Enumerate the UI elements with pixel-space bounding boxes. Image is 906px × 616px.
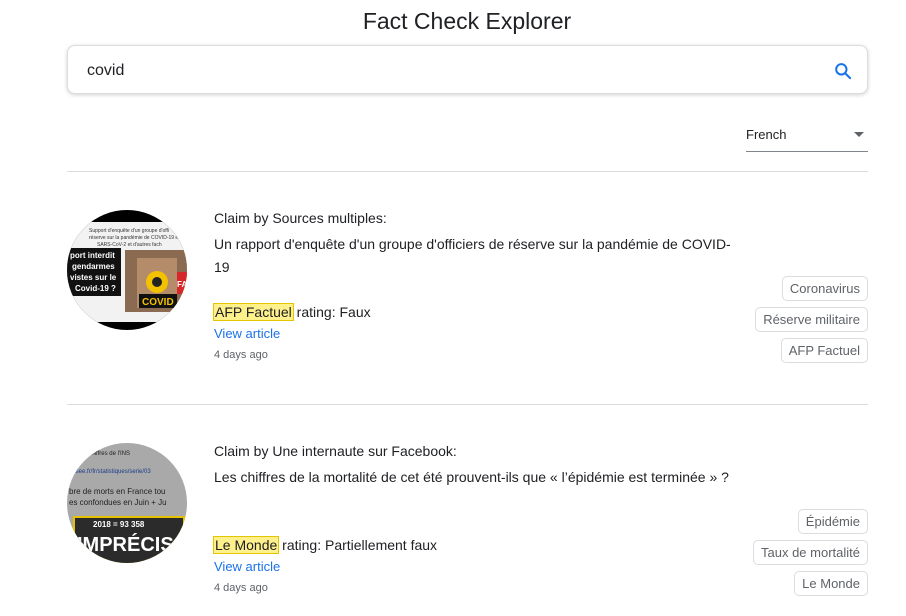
claim-author: Claim by Sources multiples: xyxy=(214,210,387,226)
language-select-value: French xyxy=(746,127,787,142)
divider xyxy=(67,171,868,172)
thumb-text-line: insee.fr/fr/statistiques/serie/03 xyxy=(71,469,151,475)
claim-thumbnail: Support d'enquête d'un groupe d'offi rés… xyxy=(67,210,187,330)
thumb-banner-line: gendarmes xyxy=(72,262,115,271)
publisher-name: AFP Factuel xyxy=(213,303,294,321)
tag-chip[interactable]: Coronavirus xyxy=(781,276,868,301)
thumb-stat: 2018 = 93 358 xyxy=(93,520,145,529)
search-icon[interactable] xyxy=(833,61,853,81)
view-article-link[interactable]: View article xyxy=(214,559,280,574)
claim-text: Un rapport d'enquête d'un groupe d'offic… xyxy=(214,236,731,275)
thumb-text-line: ec les chiffres de l'INS xyxy=(71,451,130,457)
thumb-banner-line: port interdit xyxy=(70,251,115,260)
tag-list: Épidémie Taux de mortalité Le Monde xyxy=(753,509,868,596)
tag-chip[interactable]: Réserve militaire xyxy=(755,307,868,332)
chevron-down-icon xyxy=(854,132,864,137)
claim-thumbnail: ec les chiffres de l'INS ici : insee.fr/… xyxy=(67,443,187,563)
thumb-badge: COVID xyxy=(142,297,174,308)
tag-chip[interactable]: AFP Factuel xyxy=(780,338,868,363)
divider xyxy=(67,404,868,405)
thumb-text-line: es confondues en Juin + Ju xyxy=(69,498,167,507)
thumb-stamp: IMPRÉCIS xyxy=(77,533,174,556)
thumb-text-line: bre de morts en France tou xyxy=(69,487,166,496)
rating-label: rating: xyxy=(282,537,322,553)
thumb-text-line: ici : xyxy=(73,459,82,465)
rating-line: AFP Factuel rating: Faux xyxy=(213,303,371,321)
claim-card: Support d'enquête d'un groupe d'offi rés… xyxy=(67,210,868,410)
timestamp: 4 days ago xyxy=(214,582,268,594)
thumb-text-line: SARS-CoV-2 et d'autres fach xyxy=(97,242,162,248)
rating-label: rating: xyxy=(296,304,336,320)
page-title: Fact Check Explorer xyxy=(362,8,572,34)
thumb-banner-line: Covid-19 ? xyxy=(75,284,116,293)
thumb-text-line: réserve sur la pandémie de COVID-19 e xyxy=(89,235,178,241)
publisher-name: Le Monde xyxy=(212,536,280,554)
rating-line: Le Monde rating: Partiellement faux xyxy=(212,536,438,554)
rating-value: Faux xyxy=(339,304,371,320)
thumb-text-line: Support d'enquête d'un groupe d'offi xyxy=(89,228,169,234)
rating-value: Partiellement faux xyxy=(324,537,438,553)
search-input[interactable] xyxy=(87,60,787,82)
tag-chip[interactable]: Le Monde xyxy=(794,571,868,596)
claim-card: ec les chiffres de l'INS ici : insee.fr/… xyxy=(67,443,868,616)
timestamp: 4 days ago xyxy=(214,349,268,361)
view-article-link[interactable]: View article xyxy=(214,326,280,341)
tag-chip[interactable]: Épidémie xyxy=(797,509,868,534)
claim-author: Claim by Une internaute sur Facebook: xyxy=(214,443,457,459)
thumb-badge: FA xyxy=(177,280,187,289)
search-box[interactable] xyxy=(67,45,868,94)
claim-text: Les chiffres de la mortalité de cet été … xyxy=(214,469,729,485)
tag-list: Coronavirus Réserve militaire AFP Factue… xyxy=(755,276,868,363)
language-select[interactable]: French xyxy=(746,122,868,152)
thumb-banner-line: vistes sur le xyxy=(70,273,117,282)
tag-chip[interactable]: Taux de mortalité xyxy=(753,540,868,565)
